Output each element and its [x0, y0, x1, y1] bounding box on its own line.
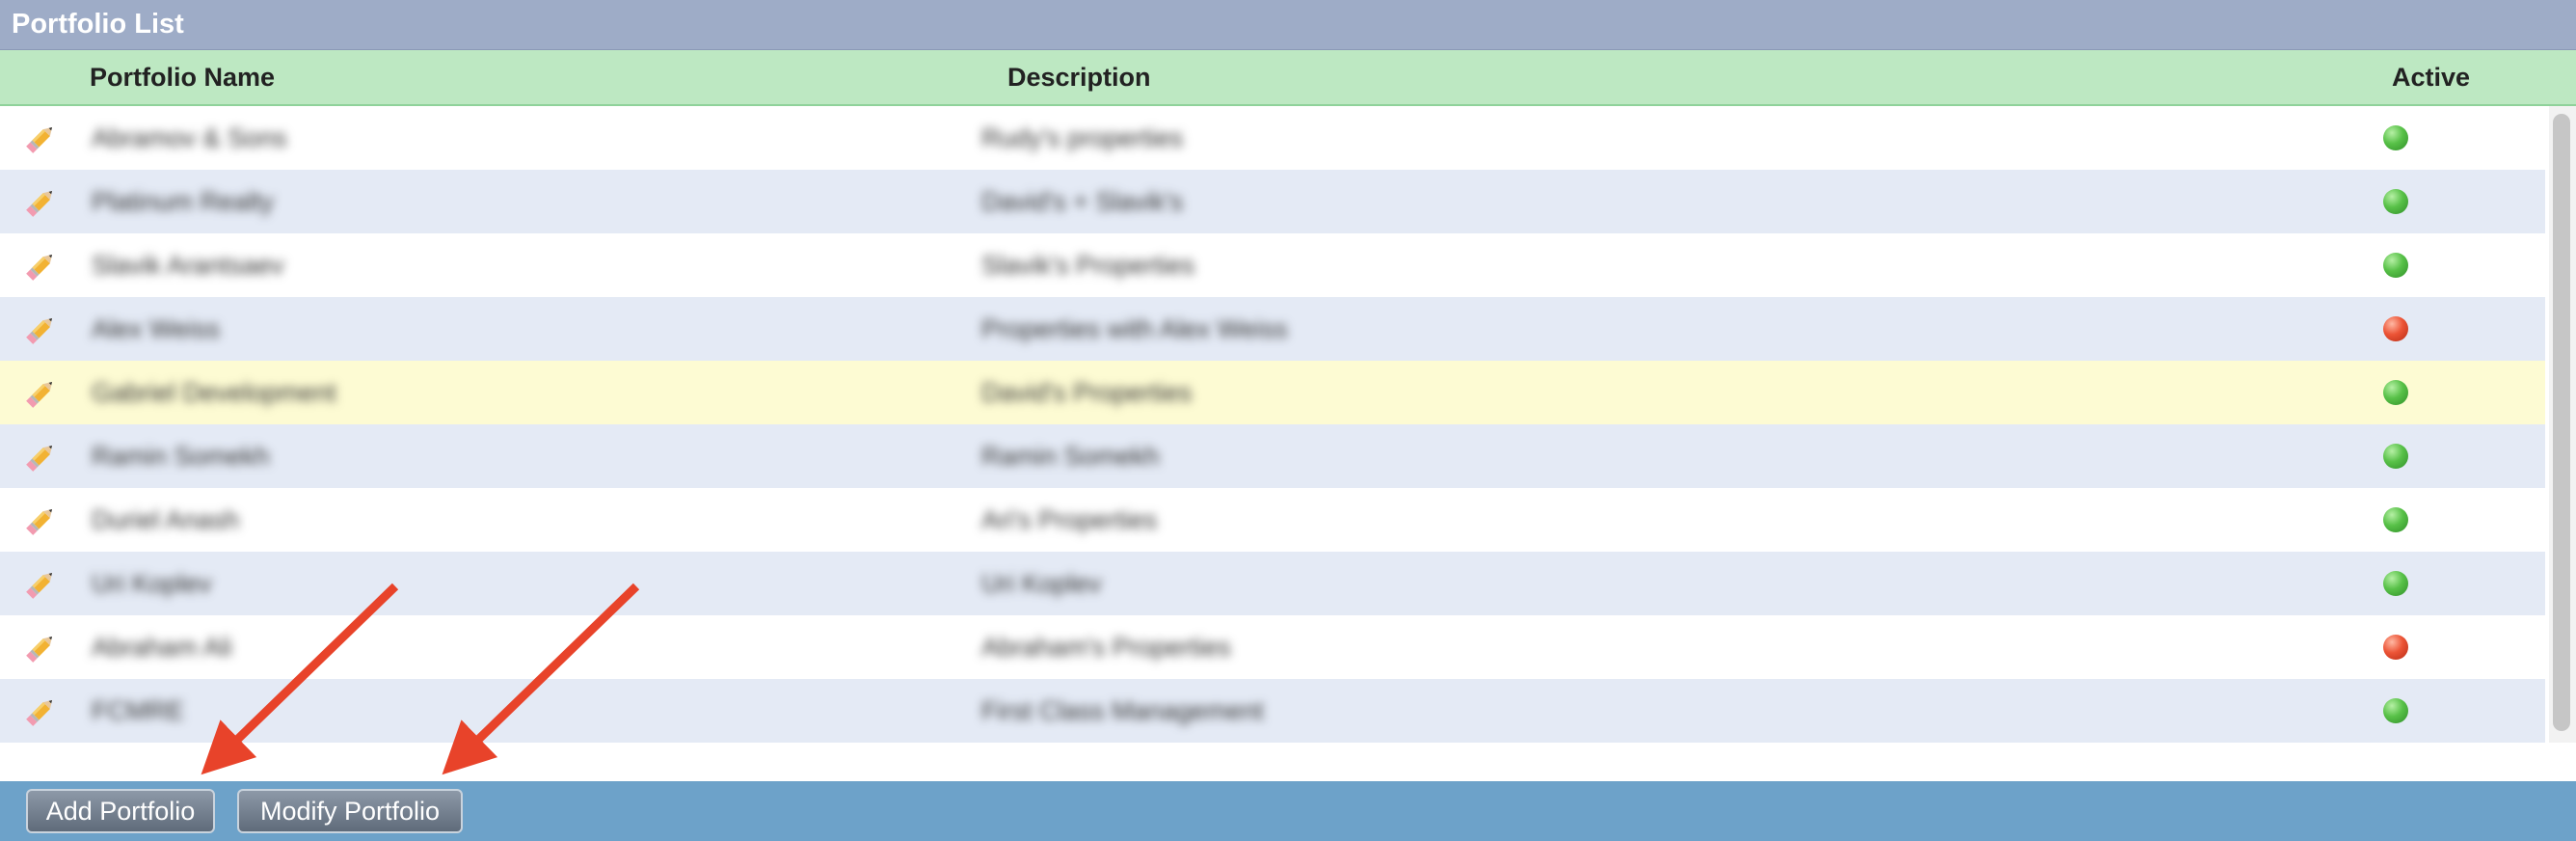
- portfolio-description-cell: Ari's Properties: [981, 505, 1158, 534]
- active-status-icon: [2383, 698, 2408, 723]
- portfolio-description-cell: David's Properties: [981, 378, 1193, 407]
- portfolio-description-cell: First Class Management: [981, 696, 1264, 725]
- portfolio-name-cell: Uri Koplev: [92, 569, 212, 598]
- table-row[interactable]: Gabriel Development David's Properties: [0, 361, 2545, 424]
- table-row[interactable]: Duriel Anash Ari's Properties: [0, 488, 2545, 552]
- table-row[interactable]: Ramin Somekh Ramin Somekh: [0, 424, 2545, 488]
- portfolio-name-cell: Alex Weiss: [92, 314, 221, 343]
- pencil-icon[interactable]: [21, 183, 60, 222]
- table-header: Portfolio Name Description Active: [0, 50, 2576, 106]
- portfolio-name-cell: Abraham Ali: [92, 633, 232, 662]
- pencil-icon[interactable]: [21, 502, 60, 540]
- portfolio-name-cell: Duriel Anash: [92, 505, 240, 534]
- pencil-icon[interactable]: [21, 629, 60, 667]
- portfolio-table-body: Abramov & Sons Rudy's properties Platinum …: [0, 106, 2545, 743]
- pencil-icon[interactable]: [21, 374, 60, 413]
- panel-title-bar: Portfolio List: [0, 0, 2576, 50]
- active-status-icon: [2383, 253, 2408, 278]
- table-row[interactable]: FCMRE First Class Management: [0, 679, 2545, 743]
- table-row[interactable]: Abraham Ali Abraham's Properties: [0, 615, 2545, 679]
- pencil-icon[interactable]: [21, 692, 60, 731]
- portfolio-name-cell: Platinum Realty: [92, 187, 275, 216]
- portfolio-description-cell: Ramin Somekh: [981, 442, 1160, 471]
- pencil-icon[interactable]: [21, 565, 60, 604]
- panel-title: Portfolio List: [12, 9, 184, 40]
- pencil-icon[interactable]: [21, 247, 60, 285]
- portfolio-description-cell: David's + Slavik's: [981, 187, 1184, 216]
- portfolio-description-cell: Slavik's Properties: [981, 251, 1195, 280]
- column-header-portfolio-name[interactable]: Portfolio Name: [90, 63, 275, 93]
- active-status-icon: [2383, 444, 2408, 469]
- table-row[interactable]: Alex Weiss Properties with Alex Weiss: [0, 297, 2545, 361]
- portfolio-name-cell: Abramov & Sons: [92, 123, 287, 152]
- pencil-icon[interactable]: [21, 311, 60, 349]
- portfolio-name-cell: Ramin Somekh: [92, 442, 270, 471]
- pencil-icon[interactable]: [21, 120, 60, 158]
- pencil-icon[interactable]: [21, 438, 60, 476]
- active-status-icon: [2383, 189, 2408, 214]
- table-row[interactable]: Uri Koplev Uri Koplev: [0, 552, 2545, 615]
- active-status-icon: [2383, 380, 2408, 405]
- inactive-status-icon: [2383, 635, 2408, 660]
- scrollbar-thumb[interactable]: [2553, 114, 2570, 731]
- table-row[interactable]: Platinum Realty David's + Slavik's: [0, 170, 2545, 233]
- table-row[interactable]: Slavik Arantsaev Slavik's Properties: [0, 233, 2545, 297]
- active-status-icon: [2383, 571, 2408, 596]
- column-header-description[interactable]: Description: [1007, 63, 1151, 93]
- portfolio-description-cell: Rudy's properties: [981, 123, 1184, 152]
- active-status-icon: [2383, 125, 2408, 150]
- portfolio-name-cell: FCMRE: [92, 696, 184, 725]
- active-status-icon: [2383, 507, 2408, 532]
- portfolio-description-cell: Uri Koplev: [981, 569, 1102, 598]
- add-portfolio-button[interactable]: Add Portfolio: [26, 789, 215, 833]
- portfolio-description-cell: Abraham's Properties: [981, 633, 1231, 662]
- inactive-status-icon: [2383, 316, 2408, 341]
- portfolio-name-cell: Gabriel Development: [92, 378, 336, 407]
- table-row[interactable]: Abramov & Sons Rudy's properties: [0, 106, 2545, 170]
- portfolio-name-cell: Slavik Arantsaev: [92, 251, 284, 280]
- portfolio-description-cell: Properties with Alex Weiss: [981, 314, 1288, 343]
- column-header-active[interactable]: Active: [2392, 63, 2470, 93]
- modify-portfolio-button[interactable]: Modify Portfolio: [237, 789, 463, 833]
